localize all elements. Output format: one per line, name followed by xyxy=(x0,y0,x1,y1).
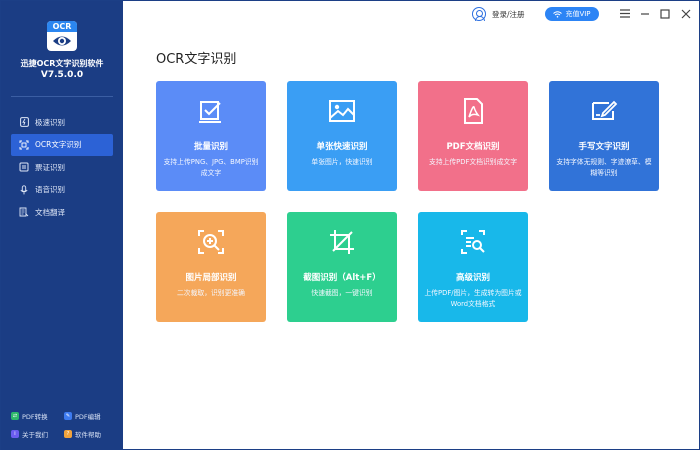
microphone-icon xyxy=(19,185,29,195)
card-partial-ocr[interactable]: 图片局部识别 二次裁取，识别更准确 xyxy=(156,212,266,322)
pdf-edit-link[interactable]: ✎ PDF编辑 xyxy=(64,411,117,421)
lightning-icon xyxy=(19,117,29,127)
link-label: 关于我们 xyxy=(22,431,48,439)
card-title: 图片局部识别 xyxy=(185,273,237,283)
minimize-button[interactable] xyxy=(639,8,650,19)
advanced-search-icon xyxy=(458,228,488,256)
app-version: V7.5.0.0 xyxy=(40,70,84,80)
link-label: 软件帮助 xyxy=(75,431,101,439)
ocr-icon xyxy=(19,140,29,150)
card-desc: 快速截图，一键识别 xyxy=(311,289,373,297)
sidebar-item-voice[interactable]: 语音识别 xyxy=(11,179,113,201)
card-title: PDF文档识别 xyxy=(446,142,500,152)
user-icon xyxy=(472,7,486,21)
card-desc: 支持上传PDF文档识别成文字 xyxy=(428,158,517,166)
handwriting-icon xyxy=(589,97,619,125)
help-link[interactable]: ? 软件帮助 xyxy=(64,429,117,439)
pdf-edit-icon: ✎ xyxy=(64,412,72,420)
card-advanced-ocr[interactable]: 高级识别 上传PDF/图片，生成转为图片或Word文档格式 xyxy=(418,212,528,322)
sidebar-bottom-links: ⇄ PDF转换 ✎ PDF编辑 i 关于我们 ? 软件帮助 xyxy=(11,407,117,443)
app-name: 迅捷OCR文字识别软件 xyxy=(20,59,104,68)
sidebar-item-fast-ocr[interactable]: 极速识别 xyxy=(11,111,113,133)
card-desc: 上传PDF/图片，生成转为图片或Word文档格式 xyxy=(424,289,522,308)
maximize-icon xyxy=(659,8,670,19)
link-label: PDF转换 xyxy=(22,413,48,421)
app-window: OCR 迅捷OCR文字识别软件 V7.5.0.0 极速识别 OCR文字识别 票证… xyxy=(0,0,700,450)
wifi-icon xyxy=(553,10,563,18)
card-title: 批量识别 xyxy=(193,142,228,152)
sidebar-nav: 极速识别 OCR文字识别 票证识别 语音识别 文档翻译 xyxy=(11,111,113,224)
card-desc: 二次裁取，识别更准确 xyxy=(177,289,245,297)
minimize-icon xyxy=(640,12,649,15)
info-icon: i xyxy=(11,430,19,438)
menu-button[interactable] xyxy=(619,8,630,19)
card-desc: 支持字体无规则、字迹潦草、模糊等识别 xyxy=(556,158,652,177)
sidebar-divider xyxy=(11,96,113,97)
vip-label: 充值VIP xyxy=(565,10,591,18)
zoom-region-icon xyxy=(196,228,226,256)
titlebar: 登录/注册 充值VIP xyxy=(123,1,700,27)
help-icon: ? xyxy=(64,430,72,438)
close-icon xyxy=(681,9,690,18)
app-logo: OCR xyxy=(47,21,77,51)
card-title: 高级识别 xyxy=(455,273,490,283)
vip-button[interactable]: 充值VIP xyxy=(545,7,599,21)
pdf-convert-icon: ⇄ xyxy=(11,412,19,420)
translate-icon xyxy=(19,207,29,217)
about-us-link[interactable]: i 关于我们 xyxy=(11,429,64,439)
sidebar: OCR 迅捷OCR文字识别软件 V7.5.0.0 极速识别 OCR文字识别 票证… xyxy=(1,1,123,450)
sidebar-item-ocr[interactable]: OCR文字识别 xyxy=(11,133,113,156)
card-desc: 支持上传PNG、JPG、BMP识别成文字 xyxy=(163,158,259,177)
link-label: PDF编辑 xyxy=(75,413,101,421)
pdf-icon xyxy=(458,97,488,125)
sidebar-item-label: 文档翻译 xyxy=(35,207,65,217)
ticket-icon xyxy=(19,162,29,172)
sidebar-item-label: 语音识别 xyxy=(35,185,65,195)
batch-icon xyxy=(196,97,226,125)
image-icon xyxy=(327,97,357,125)
page-title: OCR文字识别 xyxy=(156,52,237,67)
login-button[interactable]: 登录/注册 xyxy=(472,6,525,22)
card-single-ocr[interactable]: 单张快速识别 单张图片，快速识别 xyxy=(287,81,397,191)
card-pdf-ocr[interactable]: PDF文档识别 支持上传PDF文档识别成文字 xyxy=(418,81,528,191)
eye-icon xyxy=(53,36,71,46)
close-button[interactable] xyxy=(680,8,691,19)
card-batch-ocr[interactable]: 批量识别 支持上传PNG、JPG、BMP识别成文字 xyxy=(156,81,266,191)
logo-text: OCR xyxy=(47,21,77,32)
card-title: 手写文字识别 xyxy=(578,142,630,152)
sidebar-item-ticket[interactable]: 票证识别 xyxy=(11,156,113,178)
pdf-convert-link[interactable]: ⇄ PDF转换 xyxy=(11,411,64,421)
card-title: 截图识别（Alt+F） xyxy=(303,273,381,283)
card-title: 单张快速识别 xyxy=(316,142,368,152)
maximize-button[interactable] xyxy=(659,8,670,19)
sidebar-item-translate[interactable]: 文档翻译 xyxy=(11,201,113,223)
sidebar-item-label: OCR文字识别 xyxy=(35,140,82,150)
card-desc: 单张图片，快速识别 xyxy=(311,158,373,166)
login-label: 登录/注册 xyxy=(492,9,525,19)
menu-icon xyxy=(619,9,630,18)
sidebar-item-label: 票证识别 xyxy=(35,162,65,172)
sidebar-item-label: 极速识别 xyxy=(35,117,65,127)
card-handwriting-ocr[interactable]: 手写文字识别 支持字体无规则、字迹潦草、模糊等识别 xyxy=(549,81,659,191)
crop-icon xyxy=(327,228,357,256)
card-screenshot-ocr[interactable]: 截图识别（Alt+F） 快速截图，一键识别 xyxy=(287,212,397,322)
